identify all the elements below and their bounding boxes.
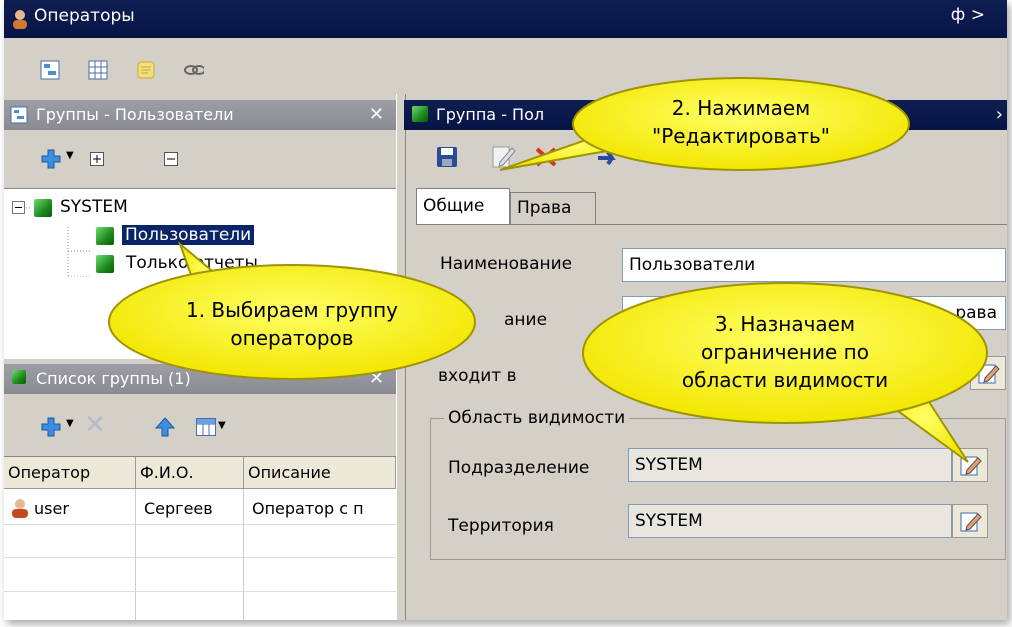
callout-3-text: 3. Назначаем ограничение по области види… bbox=[681, 312, 889, 392]
callout-1-text: 1. Выбираем группу операторов bbox=[185, 298, 398, 350]
callout-2-text: 2. Нажимаем "Редактировать" bbox=[652, 96, 830, 148]
